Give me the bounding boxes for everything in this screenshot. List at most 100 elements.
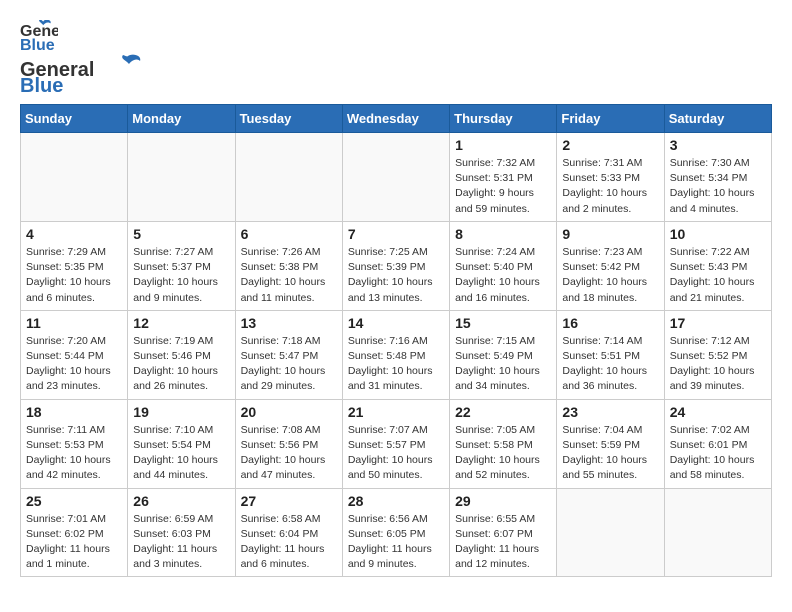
day-number: 5 <box>133 226 229 242</box>
weekday-header-wednesday: Wednesday <box>342 105 449 133</box>
day-number: 25 <box>26 493 122 509</box>
day-info: Sunrise: 7:01 AMSunset: 6:02 PMDaylight:… <box>26 512 122 573</box>
day-number: 13 <box>241 315 337 331</box>
day-info: Sunrise: 7:10 AMSunset: 5:54 PMDaylight:… <box>133 423 229 484</box>
weekday-header-row: SundayMondayTuesdayWednesdayThursdayFrid… <box>21 105 772 133</box>
day-info: Sunrise: 7:08 AMSunset: 5:56 PMDaylight:… <box>241 423 337 484</box>
day-info: Sunrise: 7:24 AMSunset: 5:40 PMDaylight:… <box>455 245 551 306</box>
calendar-cell: 27 Sunrise: 6:58 AMSunset: 6:04 PMDayligh… <box>235 488 342 577</box>
day-info: Sunrise: 7:05 AMSunset: 5:58 PMDaylight:… <box>455 423 551 484</box>
weekday-header-saturday: Saturday <box>664 105 771 133</box>
weekday-header-thursday: Thursday <box>450 105 557 133</box>
day-info: Sunrise: 7:32 AMSunset: 5:31 PMDaylight:… <box>455 156 551 217</box>
calendar-cell: 25 Sunrise: 7:01 AMSunset: 6:02 PMDayligh… <box>21 488 128 577</box>
calendar-cell: 10Sunrise: 7:22 AMSunset: 5:43 PMDayligh… <box>664 221 771 310</box>
calendar-cell: 17Sunrise: 7:12 AMSunset: 5:52 PMDayligh… <box>664 310 771 399</box>
week-row-4: 18 Sunrise: 7:11 AMSunset: 5:53 PMDayligh… <box>21 399 772 488</box>
calendar-cell <box>21 133 128 222</box>
svg-text:Blue: Blue <box>20 37 55 52</box>
day-info: Sunrise: 6:58 AMSunset: 6:04 PMDaylight:… <box>241 512 337 573</box>
day-number: 11 <box>26 315 122 331</box>
calendar-cell: 18 Sunrise: 7:11 AMSunset: 5:53 PMDayligh… <box>21 399 128 488</box>
day-number: 3 <box>670 137 766 153</box>
day-number: 24 <box>670 404 766 420</box>
logo: General Blue General Blue <box>20 20 150 94</box>
calendar-cell: 3Sunrise: 7:30 AMSunset: 5:34 PMDaylight… <box>664 133 771 222</box>
day-number: 17 <box>670 315 766 331</box>
day-info: Sunrise: 7:20 AMSunset: 5:44 PMDaylight:… <box>26 334 122 395</box>
calendar-cell: 7 Sunrise: 7:25 AMSunset: 5:39 PMDaylight… <box>342 221 449 310</box>
day-info: Sunrise: 6:56 AMSunset: 6:05 PMDaylight:… <box>348 512 444 573</box>
day-info: Sunrise: 7:16 AMSunset: 5:48 PMDaylight:… <box>348 334 444 395</box>
day-number: 21 <box>348 404 444 420</box>
calendar-cell: 5 Sunrise: 7:27 AMSunset: 5:37 PMDaylight… <box>128 221 235 310</box>
calendar-cell: 26 Sunrise: 6:59 AMSunset: 6:03 PMDayligh… <box>128 488 235 577</box>
calendar-cell: 1Sunrise: 7:32 AMSunset: 5:31 PMDaylight… <box>450 133 557 222</box>
logo-icon: General Blue <box>20 20 58 52</box>
day-info: Sunrise: 7:04 AMSunset: 5:59 PMDaylight:… <box>562 423 658 484</box>
day-info: Sunrise: 7:18 AMSunset: 5:47 PMDaylight:… <box>241 334 337 395</box>
day-number: 23 <box>562 404 658 420</box>
day-number: 27 <box>241 493 337 509</box>
svg-text:Blue: Blue <box>20 75 63 94</box>
day-info: Sunrise: 6:55 AMSunset: 6:07 PMDaylight:… <box>455 512 551 573</box>
day-info: Sunrise: 7:25 AMSunset: 5:39 PMDaylight:… <box>348 245 444 306</box>
week-row-1: 1Sunrise: 7:32 AMSunset: 5:31 PMDaylight… <box>21 133 772 222</box>
calendar-cell: 14Sunrise: 7:16 AMSunset: 5:48 PMDayligh… <box>342 310 449 399</box>
calendar-cell: 4Sunrise: 7:29 AMSunset: 5:35 PMDaylight… <box>21 221 128 310</box>
calendar-cell: 2Sunrise: 7:31 AMSunset: 5:33 PMDaylight… <box>557 133 664 222</box>
weekday-header-tuesday: Tuesday <box>235 105 342 133</box>
calendar-cell: 23 Sunrise: 7:04 AMSunset: 5:59 PMDayligh… <box>557 399 664 488</box>
calendar-cell <box>557 488 664 577</box>
day-info: Sunrise: 7:23 AMSunset: 5:42 PMDaylight:… <box>562 245 658 306</box>
day-number: 12 <box>133 315 229 331</box>
day-number: 19 <box>133 404 229 420</box>
calendar-cell <box>235 133 342 222</box>
calendar-cell <box>128 133 235 222</box>
calendar-cell: 29 Sunrise: 6:55 AMSunset: 6:07 PMDayligh… <box>450 488 557 577</box>
weekday-header-monday: Monday <box>128 105 235 133</box>
weekday-header-sunday: Sunday <box>21 105 128 133</box>
day-number: 22 <box>455 404 551 420</box>
calendar-cell <box>664 488 771 577</box>
day-number: 18 <box>26 404 122 420</box>
calendar-cell: 13 Sunrise: 7:18 AMSunset: 5:47 PMDayligh… <box>235 310 342 399</box>
day-number: 26 <box>133 493 229 509</box>
calendar-cell <box>342 133 449 222</box>
calendar-cell: 19 Sunrise: 7:10 AMSunset: 5:54 PMDayligh… <box>128 399 235 488</box>
day-info: Sunrise: 7:02 AMSunset: 6:01 PMDaylight:… <box>670 423 766 484</box>
weekday-header-friday: Friday <box>557 105 664 133</box>
calendar-cell: 21 Sunrise: 7:07 AMSunset: 5:57 PMDayligh… <box>342 399 449 488</box>
day-info: Sunrise: 7:19 AMSunset: 5:46 PMDaylight:… <box>133 334 229 395</box>
calendar: SundayMondayTuesdayWednesdayThursdayFrid… <box>20 104 772 577</box>
day-number: 6 <box>241 226 337 242</box>
calendar-cell: 9Sunrise: 7:23 AMSunset: 5:42 PMDaylight… <box>557 221 664 310</box>
header: General Blue General Blue <box>20 20 772 94</box>
day-info: Sunrise: 7:27 AMSunset: 5:37 PMDaylight:… <box>133 245 229 306</box>
day-info: Sunrise: 7:11 AMSunset: 5:53 PMDaylight:… <box>26 423 122 484</box>
calendar-cell: 20 Sunrise: 7:08 AMSunset: 5:56 PMDayligh… <box>235 399 342 488</box>
day-number: 7 <box>348 226 444 242</box>
calendar-cell: 16 Sunrise: 7:14 AMSunset: 5:51 PMDayligh… <box>557 310 664 399</box>
day-info: Sunrise: 7:31 AMSunset: 5:33 PMDaylight:… <box>562 156 658 217</box>
day-number: 28 <box>348 493 444 509</box>
day-number: 4 <box>26 226 122 242</box>
day-number: 29 <box>455 493 551 509</box>
day-info: Sunrise: 7:15 AMSunset: 5:49 PMDaylight:… <box>455 334 551 395</box>
calendar-cell: 15 Sunrise: 7:15 AMSunset: 5:49 PMDayligh… <box>450 310 557 399</box>
day-number: 20 <box>241 404 337 420</box>
day-number: 15 <box>455 315 551 331</box>
calendar-cell: 6Sunrise: 7:26 AMSunset: 5:38 PMDaylight… <box>235 221 342 310</box>
day-info: Sunrise: 6:59 AMSunset: 6:03 PMDaylight:… <box>133 512 229 573</box>
week-row-2: 4Sunrise: 7:29 AMSunset: 5:35 PMDaylight… <box>21 221 772 310</box>
calendar-cell: 24 Sunrise: 7:02 AMSunset: 6:01 PMDayligh… <box>664 399 771 488</box>
day-info: Sunrise: 7:22 AMSunset: 5:43 PMDaylight:… <box>670 245 766 306</box>
day-info: Sunrise: 7:07 AMSunset: 5:57 PMDaylight:… <box>348 423 444 484</box>
week-row-5: 25 Sunrise: 7:01 AMSunset: 6:02 PMDayligh… <box>21 488 772 577</box>
day-number: 16 <box>562 315 658 331</box>
day-info: Sunrise: 7:14 AMSunset: 5:51 PMDaylight:… <box>562 334 658 395</box>
calendar-cell: 28 Sunrise: 6:56 AMSunset: 6:05 PMDayligh… <box>342 488 449 577</box>
calendar-cell: 11 Sunrise: 7:20 AMSunset: 5:44 PMDayligh… <box>21 310 128 399</box>
calendar-cell: 8Sunrise: 7:24 AMSunset: 5:40 PMDaylight… <box>450 221 557 310</box>
calendar-cell: 22 Sunrise: 7:05 AMSunset: 5:58 PMDayligh… <box>450 399 557 488</box>
